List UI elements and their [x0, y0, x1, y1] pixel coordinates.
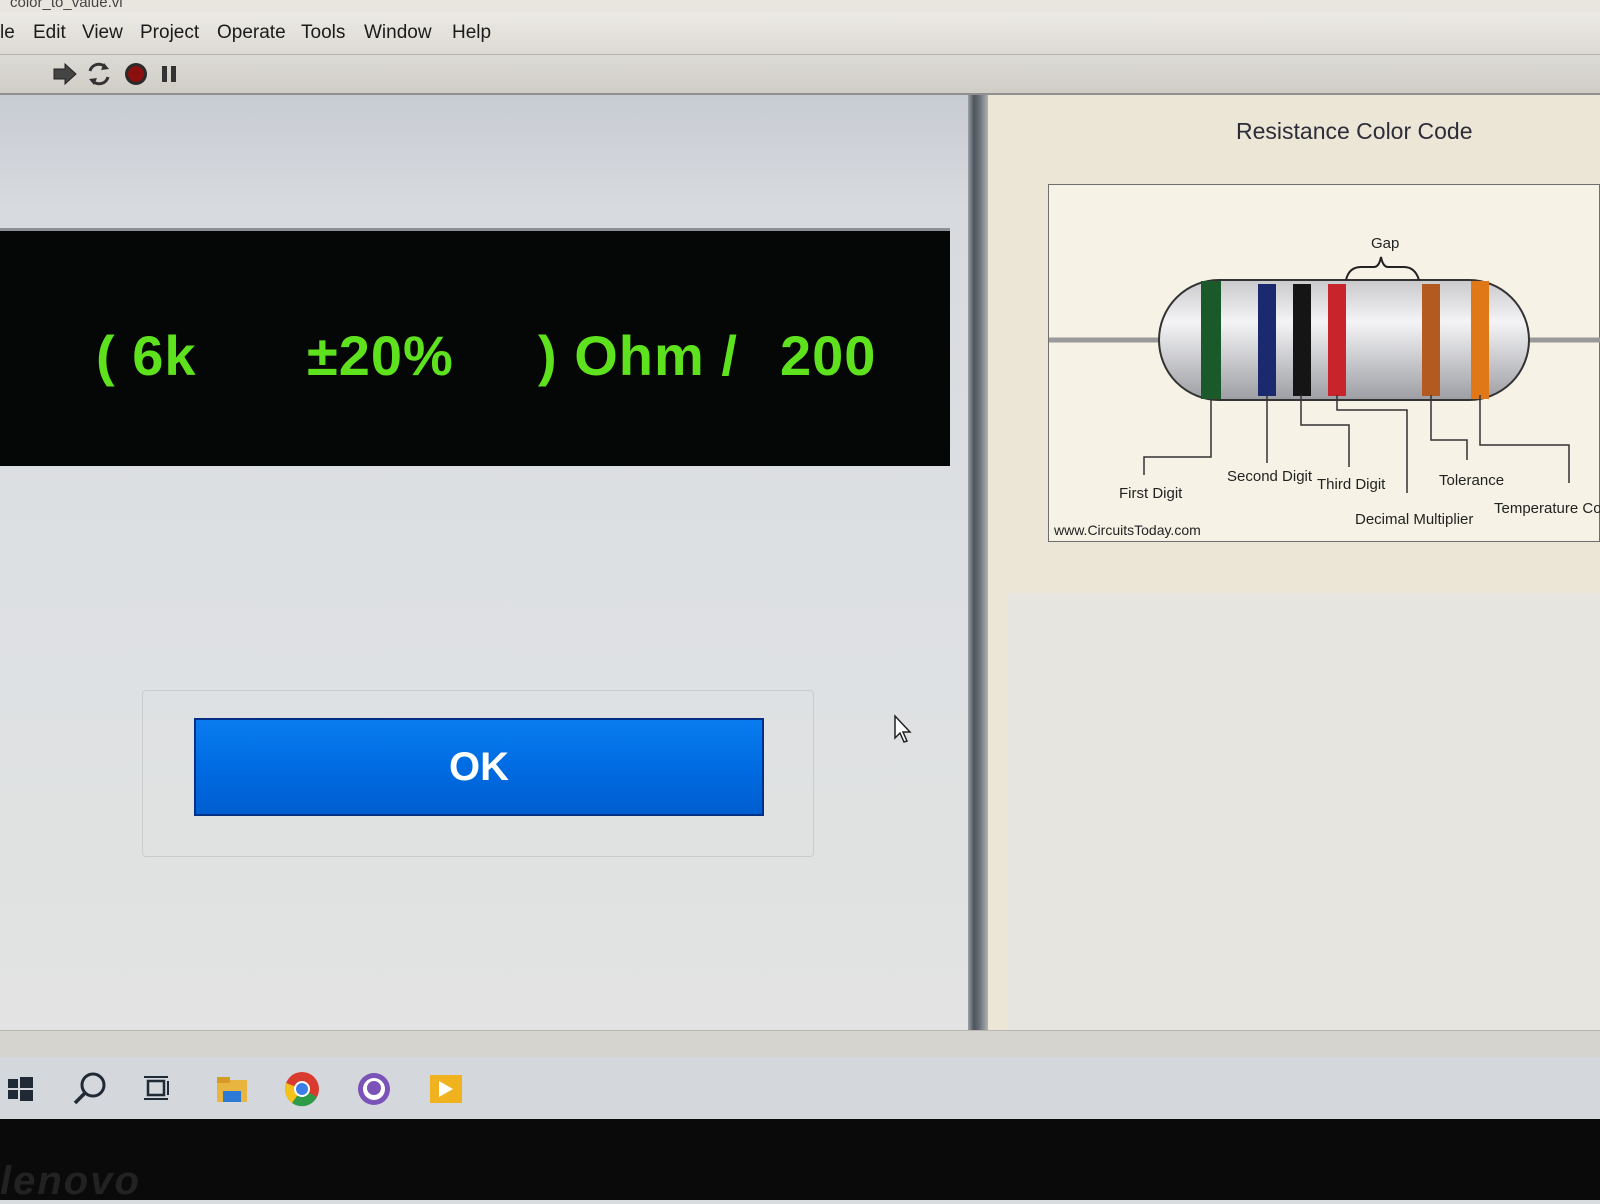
reference-panel-lower — [1008, 593, 1600, 1030]
chart-title: Resistance Color Code — [1236, 118, 1473, 144]
menu-bar: le Edit View Project Operate Tools Windo… — [0, 12, 1600, 55]
search-icon[interactable] — [68, 1067, 112, 1111]
ok-button-label: OK — [449, 744, 509, 789]
status-bar — [0, 1030, 1600, 1057]
brand-logo: lenovo — [0, 1159, 141, 1203]
menu-help[interactable]: Help — [452, 22, 491, 44]
band-tolerance — [1422, 284, 1440, 396]
toolbar — [0, 55, 1600, 95]
monitor-bezel: lenovo — [0, 1119, 1600, 1203]
label-first-digit: First Digit — [1119, 485, 1183, 502]
menu-file[interactable]: le — [0, 22, 15, 44]
ok-button[interactable]: OK — [194, 718, 764, 816]
band-third-digit — [1293, 284, 1311, 396]
run-continuously-icon[interactable] — [84, 59, 114, 89]
menu-view[interactable]: View — [82, 22, 123, 44]
band-first-digit — [1201, 281, 1221, 399]
media-player-icon[interactable] — [424, 1067, 468, 1111]
menu-project[interactable]: Project — [140, 22, 199, 44]
pause-icon[interactable] — [155, 59, 185, 89]
band-second-digit — [1258, 284, 1276, 396]
result-display: ( 6k ±20% ) Ohm / 200 — [0, 228, 950, 466]
menu-operate[interactable]: Operate — [217, 22, 286, 44]
menu-window[interactable]: Window — [364, 22, 432, 44]
label-third-digit: Third Digit — [1317, 476, 1386, 493]
github-desktop-icon[interactable] — [352, 1067, 396, 1111]
file-explorer-icon[interactable] — [210, 1067, 254, 1111]
unit-label: ) Ohm / — [538, 324, 738, 387]
band-multiplier — [1328, 284, 1346, 396]
task-view-icon[interactable] — [136, 1067, 180, 1111]
menu-tools[interactable]: Tools — [301, 22, 345, 44]
count-value: 200 — [780, 324, 877, 387]
label-decimal-multiplier: Decimal Multiplier — [1355, 511, 1474, 528]
label-temperature-coeff: Temperature Coeff — [1494, 500, 1600, 517]
window-title-bar: color_to_value.vi — [0, 0, 1600, 12]
resistance-value: ( 6k — [96, 324, 197, 387]
label-second-digit: Second Digit — [1227, 468, 1313, 485]
label-tolerance: Tolerance — [1439, 472, 1505, 489]
window-title: color_to_value.vi — [10, 0, 123, 11]
tolerance-value: ±20% — [307, 324, 454, 387]
pane-splitter[interactable] — [968, 95, 988, 1030]
band-temperature — [1471, 281, 1489, 399]
abort-stop-icon[interactable] — [121, 59, 151, 89]
taskbar — [0, 1057, 1600, 1119]
menu-edit[interactable]: Edit — [33, 22, 66, 44]
source-credit: www.CircuitsToday.com — [1054, 522, 1201, 538]
mouse-pointer-icon — [894, 714, 912, 743]
chrome-icon[interactable] — [280, 1067, 324, 1111]
resistor-color-code-diagram: Gap First Digit Second Digit Third Digit… — [1048, 184, 1600, 542]
run-arrow-icon[interactable] — [50, 59, 80, 89]
windows-start-icon[interactable] — [2, 1067, 46, 1111]
label-gap: Gap — [1371, 235, 1400, 252]
